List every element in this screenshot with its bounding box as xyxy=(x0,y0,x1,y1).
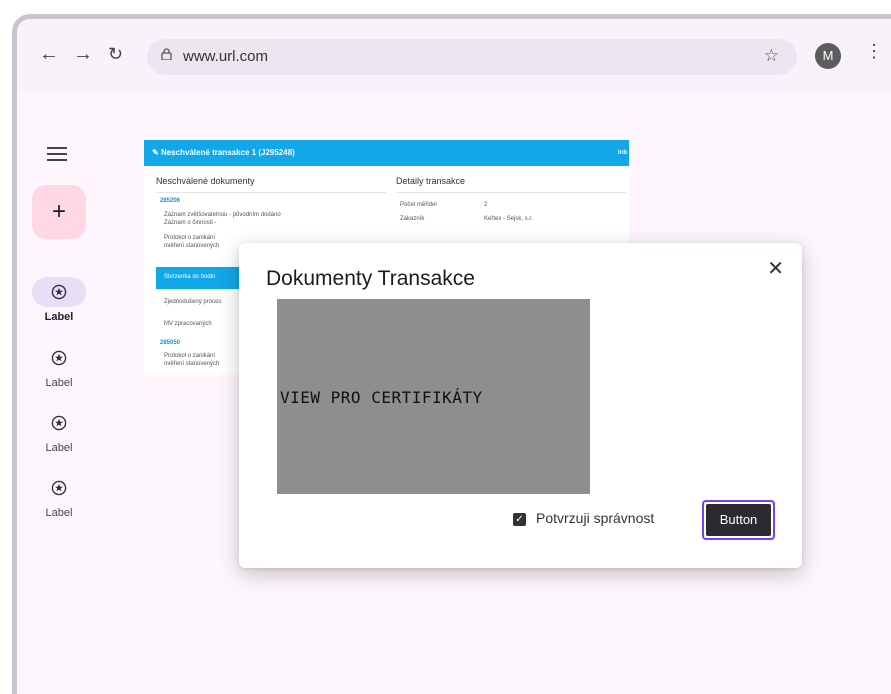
list-item[interactable]: Zjednodušený proces xyxy=(164,299,221,305)
rail-label: Label xyxy=(44,311,74,323)
rail-item-1[interactable]: Label xyxy=(27,277,91,323)
confirm-checkbox-label[interactable]: Potvrzuji správnost xyxy=(536,510,654,526)
confirm-checkbox[interactable]: ✓ xyxy=(513,513,526,526)
browser-window: ← → ↻ www.url.com ☆ M ⋮ + Label Label La… xyxy=(12,14,891,694)
detail-value: 2 xyxy=(484,202,488,208)
reload-icon[interactable]: ↻ xyxy=(108,43,123,65)
close-icon[interactable]: ✕ xyxy=(767,256,784,281)
rail-label: Label xyxy=(45,442,73,454)
hamburger-menu-icon[interactable] xyxy=(47,147,67,165)
right-panel-title: Detaily transakce xyxy=(396,176,466,186)
list-item[interactable]: 285206 xyxy=(160,198,180,204)
documents-dialog: Dokumenty Transakce ✕ VIEW PRO CERTIFIKÁ… xyxy=(239,243,802,568)
rail-item-3[interactable]: Label xyxy=(27,408,91,454)
star-circle-icon xyxy=(51,480,67,496)
detail-value: Keřtex - Sejsk, s.r. xyxy=(484,216,533,222)
plus-icon: + xyxy=(51,198,66,225)
list-item[interactable]: MV zpracovaných xyxy=(164,321,212,327)
address-bar[interactable]: www.url.com ☆ xyxy=(147,39,797,75)
forward-arrow-icon[interactable]: → xyxy=(73,43,93,65)
list-item[interactable]: 285050 xyxy=(160,340,180,346)
more-menu-icon[interactable]: ⋮ xyxy=(865,41,883,62)
list-item[interactable]: Záznam o činnosti - xyxy=(164,220,216,226)
lock-icon xyxy=(161,48,172,60)
list-item[interactable]: ověření stanovených xyxy=(164,361,219,367)
detail-key: Počet měřidel xyxy=(400,202,437,208)
star-circle-icon xyxy=(51,350,67,366)
tag-icon: ✎ xyxy=(152,148,161,157)
left-panel-title: Neschválené dokumenty xyxy=(156,176,255,186)
rail-label: Label xyxy=(45,507,73,519)
dialog-title: Dokumenty Transakce xyxy=(266,267,475,290)
browser-toolbar: ← → ↻ www.url.com ☆ M ⋮ xyxy=(17,19,891,91)
detail-key: Zákazník xyxy=(400,216,425,222)
app-header: ✎ Neschválené transakce 1 (J295248) Inb xyxy=(144,140,629,166)
rail-item-2[interactable]: Label xyxy=(27,343,91,389)
rail-item-4[interactable]: Label xyxy=(27,473,91,519)
submit-button[interactable]: Button xyxy=(702,500,775,540)
submit-button-label: Button xyxy=(706,504,771,536)
list-item[interactable]: Protokol o zanikání xyxy=(164,353,215,359)
url-text[interactable]: www.url.com xyxy=(183,48,268,65)
profile-avatar[interactable]: M xyxy=(815,43,841,69)
rail-label: Label xyxy=(45,377,73,389)
star-circle-icon xyxy=(51,415,67,431)
back-arrow-icon[interactable]: ← xyxy=(39,43,59,65)
viewer-placeholder-text: VIEW PRO CERTIFIKÁTY xyxy=(280,388,483,407)
list-item[interactable]: ověření stanovených xyxy=(164,243,219,249)
add-fab-button[interactable]: + xyxy=(32,185,86,239)
list-item[interactable]: Záznam zvětšovatelnou - původním dodáno xyxy=(164,212,281,218)
list-item[interactable]: Protokol o zanikání xyxy=(164,235,215,241)
certificate-viewer[interactable]: VIEW PRO CERTIFIKÁTY xyxy=(277,299,590,494)
bookmark-star-icon[interactable]: ☆ xyxy=(764,46,779,66)
star-circle-icon xyxy=(51,284,67,300)
